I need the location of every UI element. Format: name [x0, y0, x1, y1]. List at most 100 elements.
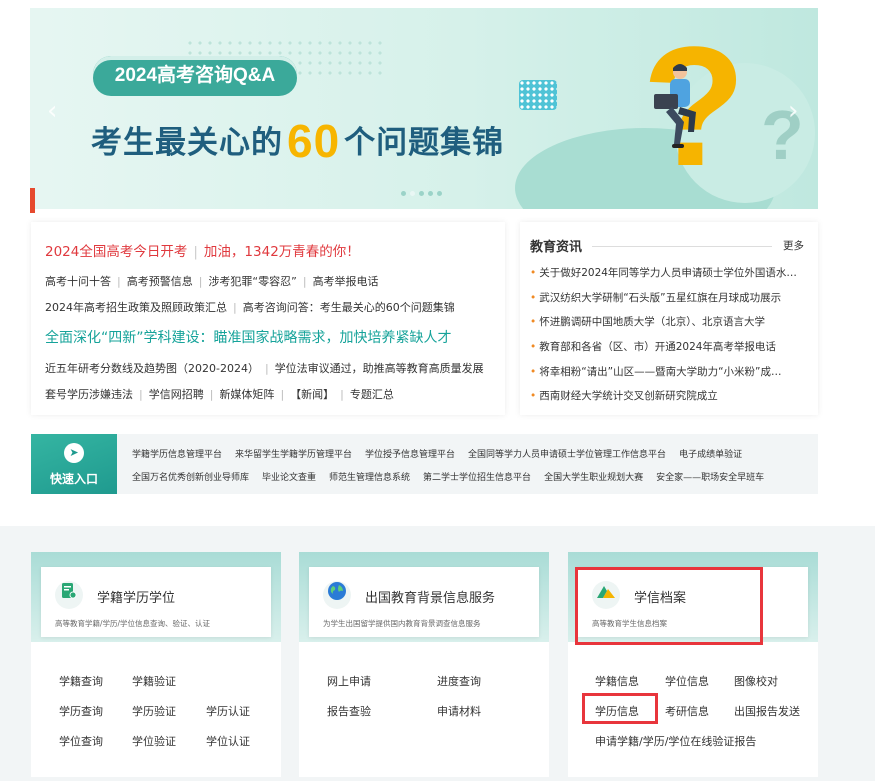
link-xueji-info[interactable]: 学籍信息 [595, 673, 639, 689]
link-separator: | [302, 275, 307, 288]
link-report-check[interactable]: 报告查验 [327, 703, 371, 719]
bullet-icon: • [530, 341, 537, 354]
news-link[interactable]: 高考预警信息 [127, 275, 193, 288]
carousel-prev-arrow[interactable]: ‹ [47, 96, 57, 126]
quick-link[interactable]: 学籍学历信息管理平台 [132, 450, 222, 460]
quick-links-row-2: 全国万名优秀创新创业导师库 毕业论文查重 师范生管理信息系统 第二学士学位招生信息平台… [132, 470, 777, 483]
quick-entry-button[interactable]: ➤ 快速入口 [31, 434, 117, 494]
edu-news-panel: 教育资讯 更多 • 关于做好2024年同等学力人员申请硕士学位外国语水… • 武汉纺… [520, 222, 818, 415]
carousel-dot[interactable] [410, 191, 415, 196]
news-link[interactable]: 学位法审议通过，助推高等教育高质量发展 [275, 362, 484, 375]
link-xueli-query[interactable]: 学历查询 [59, 703, 103, 719]
news-link[interactable]: 专题汇总 [350, 388, 394, 401]
link-apply-materials[interactable]: 申请材料 [437, 703, 481, 719]
headline-exam-text[interactable]: 2024全国高考今日开考 [45, 244, 187, 260]
quick-link[interactable]: 全国万名优秀创新创业导师库 [132, 473, 249, 483]
quick-entry-label: 快速入口 [49, 472, 98, 486]
link-online-verify-report[interactable]: 申请学籍/学历/学位在线验证报告 [595, 733, 756, 749]
more-link[interactable]: 更多 [783, 238, 804, 253]
link-progress-query[interactable]: 进度查询 [437, 673, 481, 689]
news-item-text[interactable]: 关于做好2024年同等学力人员申请硕士学位外国语水… [539, 267, 797, 279]
bullet-icon: • [530, 390, 537, 403]
card-header[interactable]: 学籍学历学位 高等教育学籍/学历/学位信息查询、验证、认证 [41, 567, 271, 637]
news-item-text[interactable]: 教育部和各省（区、市）开通2024年高考举报电话 [539, 341, 776, 353]
news-link[interactable]: 涉考犯罪“零容忍” [208, 275, 296, 288]
list-item[interactable]: • 武汉纺织大学研制“石头版”五星红旗在月球成功展示 [530, 290, 810, 315]
bullet-icon: • [530, 267, 537, 279]
banner-title-pre: 考生最关心的 [91, 125, 283, 160]
link-separator: | [340, 388, 344, 401]
list-item[interactable]: • 怀进鹏调研中国地质大学（北京）、北京语言大学 [530, 314, 810, 339]
news-item-text[interactable]: 将幸相粉“请出”山区——暨南大学助力“小米粉”成… [539, 366, 781, 378]
link-separator: | [233, 301, 237, 314]
news-item-text[interactable]: 西南财经大学统计交叉创新研究院成立 [539, 390, 718, 402]
quick-link[interactable]: 来华留学生学籍学历管理平台 [235, 450, 352, 460]
paper-plane-icon: ➤ [64, 443, 84, 463]
news-link[interactable]: 高考咨询问答：考生最关心的60个问题集锦 [243, 301, 455, 314]
link-xueli-verify[interactable]: 学历验证 [132, 703, 176, 719]
edu-news-list: • 关于做好2024年同等学力人员申请硕士学位外国语水… • 武汉纺织大学研制“石头… [530, 265, 810, 413]
headline-cheer-text[interactable]: 加油，1342万青春的你！ [204, 244, 360, 260]
news-link[interactable]: 高考举报电话 [313, 275, 379, 288]
link-xuewei-info[interactable]: 学位信息 [665, 673, 709, 689]
quick-link[interactable]: 全国大学生职业规划大赛 [544, 473, 643, 483]
quick-link[interactable]: 第二学士学位招生信息平台 [423, 473, 531, 483]
news-link[interactable]: 【新闻】 [290, 388, 334, 401]
news-link[interactable]: 套号学历涉嫌违法 [45, 388, 133, 401]
carousel-indicators [401, 191, 442, 196]
news-row-4: 套号学历涉嫌违法 | 学信网招聘 | 新媒体矩阵 | 【新闻】 | 专题汇总 [45, 386, 394, 402]
list-item[interactable]: • 西南财经大学统计交叉创新研究院成立 [530, 388, 810, 413]
news-panel: 2024全国高考今日开考 | 加油，1342万青春的你！ 高考十问十答 | 高考预警信息… [31, 222, 505, 415]
card-header[interactable]: 出国教育背景信息服务 为学生出国留学提供国内教育背景调查信息服务 [309, 567, 539, 637]
news-row-3: 近五年研考分数线及趋势图（2020-2024） | 学位法审议通过，助推高等教育高质… [45, 360, 484, 376]
carousel-next-arrow[interactable]: › [788, 96, 798, 126]
link-xuewei-query[interactable]: 学位查询 [59, 733, 103, 749]
card-title: 学籍学历学位 [97, 591, 176, 606]
list-item[interactable]: • 关于做好2024年同等学力人员申请硕士学位外国语水… [530, 265, 810, 290]
quick-link[interactable]: 师范生管理信息系统 [329, 473, 410, 483]
news-link[interactable]: 2024年高考招生政策及照顾政策汇总 [45, 301, 227, 314]
link-xueji-query[interactable]: 学籍查询 [59, 673, 103, 689]
banner-tag: 2024高考咨询Q&A [93, 56, 297, 96]
news-item-text[interactable]: 武汉纺织大学研制“石头版”五星红旗在月球成功展示 [539, 292, 781, 304]
link-xuewei-certify[interactable]: 学位认证 [206, 733, 250, 749]
quick-link[interactable]: 全国同等学力人员申请硕士学位管理工作信息平台 [468, 450, 666, 460]
quick-entry-bar: ➤ 快速入口 学籍学历信息管理平台 来华留学生学籍学历管理平台 学位授予信息管理平台… [31, 434, 818, 494]
carousel-banner[interactable]: 2024高考咨询Q&A 考生最关心的60 个问题集锦 ? ? ‹ › [35, 8, 818, 209]
banner-title-number: 60 [287, 115, 341, 167]
news-link[interactable]: 近五年研考分数线及趋势图（2020-2024） [45, 362, 259, 375]
card-subtitle: 高等教育学籍/学历/学位信息查询、验证、认证 [55, 619, 211, 628]
link-xueji-verify[interactable]: 学籍验证 [132, 673, 176, 689]
quick-link[interactable]: 学位授予信息管理平台 [365, 450, 455, 460]
carousel-dot[interactable] [437, 191, 442, 196]
link-xueli-certify[interactable]: 学历认证 [206, 703, 250, 719]
service-card-abroad: 出国教育背景信息服务 为学生出国留学提供国内教育背景调查信息服务 网上申请 进度… [299, 552, 549, 777]
link-kaoyan-info[interactable]: 考研信息 [665, 703, 709, 719]
link-xuewei-verify[interactable]: 学位验证 [132, 733, 176, 749]
link-abroad-report-send[interactable]: 出国报告发送 [734, 703, 800, 719]
link-photo-check[interactable]: 图像校对 [734, 673, 778, 689]
news-link[interactable]: 新媒体矩阵 [219, 388, 274, 401]
list-item[interactable]: • 将幸相粉“请出”山区——暨南大学助力“小米粉”成… [530, 364, 810, 389]
quick-link[interactable]: 电子成绩单验证 [679, 450, 742, 460]
headline-exam[interactable]: 2024全国高考今日开考 | 加油，1342万青春的你！ [45, 240, 360, 260]
carousel-dot[interactable] [419, 191, 424, 196]
quick-links-row-1: 学籍学历信息管理平台 来华留学生学籍学历管理平台 学位授予信息管理平台 全国同等学力人… [132, 447, 755, 460]
banner-title: 考生最关心的60 个问题集锦 [91, 114, 504, 168]
carousel-dot[interactable] [401, 191, 406, 196]
quick-link[interactable]: 毕业论文查重 [262, 473, 316, 483]
link-separator: | [117, 275, 121, 288]
news-item-text[interactable]: 怀进鹏调研中国地质大学（北京）、北京语言大学 [539, 316, 765, 328]
service-card-records: 学籍学历学位 高等教育学籍/学历/学位信息查询、验证、认证 学籍查询 学籍验证 … [31, 552, 281, 777]
link-online-apply[interactable]: 网上申请 [327, 673, 371, 689]
carousel-dot[interactable] [428, 191, 433, 196]
list-item[interactable]: • 教育部和各省（区、市）开通2024年高考举报电话 [530, 339, 810, 364]
headline-discipline[interactable]: 全面深化“四新”学科建设：瞄准国家战略需求，加快培养紧缺人才 [45, 327, 452, 347]
news-link[interactable]: 高考十问十答 [45, 275, 111, 288]
news-link[interactable]: 学信网招聘 [149, 388, 204, 401]
quick-link[interactable]: 安全家——职场安全早班车 [656, 473, 764, 483]
globe-icon [323, 581, 351, 609]
bullet-icon: • [530, 316, 537, 329]
link-separator: | [264, 362, 269, 375]
link-separator: | [198, 275, 203, 288]
